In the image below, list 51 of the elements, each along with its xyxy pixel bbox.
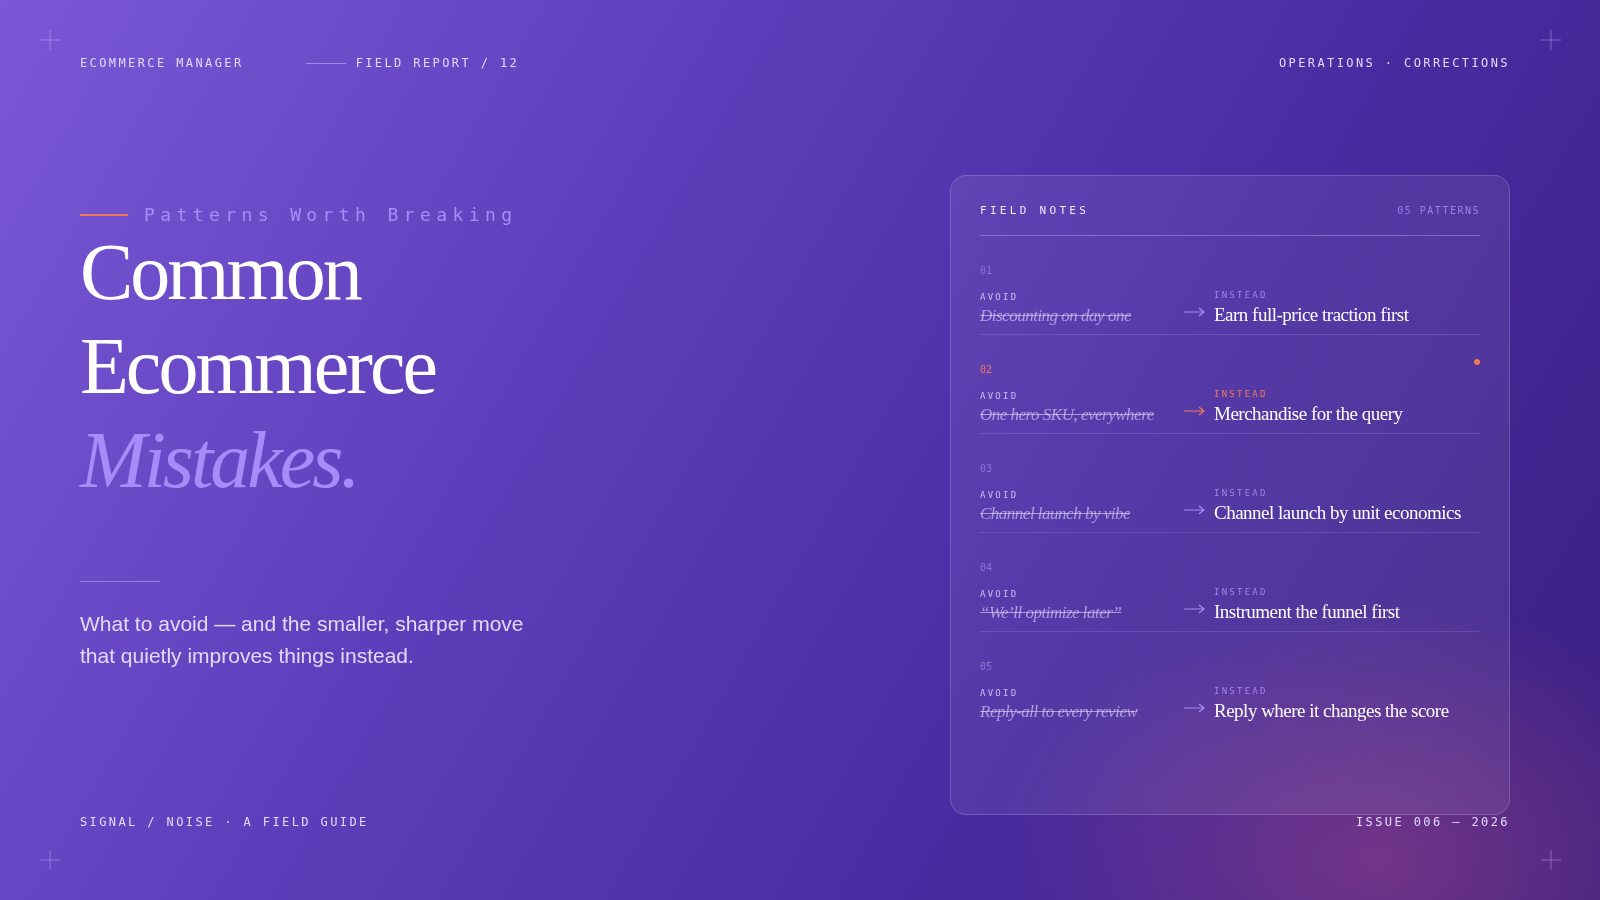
- avoid-label: AVOID: [980, 391, 1020, 401]
- row-number: 05: [980, 661, 993, 672]
- arrow-icon: [1184, 703, 1206, 713]
- instead-label: INSTEAD: [1214, 587, 1269, 597]
- section-label: OPERATIONS · CORRECTIONS: [1279, 56, 1510, 70]
- crosshair-icon: [1541, 850, 1561, 870]
- instead-label: INSTEAD: [1214, 389, 1269, 399]
- instead-label: INSTEAD: [1214, 488, 1269, 498]
- headline-accent: Mistakes.: [80, 415, 359, 506]
- footer-label: SIGNAL / NOISE · A FIELD GUIDE: [80, 815, 369, 829]
- arrow-icon: [1184, 604, 1206, 614]
- eyebrow-text: Patterns Worth Breaking: [144, 204, 518, 225]
- arrow-icon: [1184, 406, 1206, 416]
- arrow-icon: [1184, 307, 1206, 317]
- avoid-text: “We’ll optimize later”: [980, 603, 1123, 623]
- headline: Ecommerce: [80, 321, 437, 412]
- crosshair-icon: [40, 850, 60, 870]
- row-number: 04: [980, 562, 993, 573]
- avoid-label: AVOID: [980, 292, 1020, 302]
- instead-text: Reply where it changes the score: [1214, 700, 1450, 722]
- headline: Common: [80, 227, 362, 318]
- report-label: FIELD REPORT / 12: [355, 56, 520, 70]
- crosshair-icon: [40, 30, 60, 50]
- accent-rule: [80, 213, 128, 216]
- instead-text: Instrument the funnel first: [1214, 601, 1401, 623]
- pattern-count: 05 PATTERNS: [1397, 205, 1480, 216]
- crosshair-icon: [1541, 30, 1561, 50]
- row-number: 03: [980, 463, 993, 474]
- avoid-text: Discounting on day one: [980, 306, 1132, 326]
- row-number: 02: [980, 364, 993, 375]
- instead-label: INSTEAD: [1214, 686, 1269, 696]
- avoid-text: Channel launch by vibe: [980, 504, 1131, 524]
- note-row[interactable]: 03 AVOID Channel launch by vibe INSTEAD Channel launch by unit economics: [980, 434, 1480, 533]
- card-title: FIELD NOTES: [980, 204, 1090, 217]
- avoid-label: AVOID: [980, 589, 1020, 599]
- avoid-text: One hero SKU, everywhere: [980, 405, 1155, 425]
- active-dot: [1474, 359, 1480, 365]
- instead-text: Earn full-price traction first: [1214, 304, 1410, 326]
- note-row[interactable]: 02 AVOID One hero SKU, everywhere INSTEAD Merchandise for the query: [980, 335, 1480, 434]
- avoid-text: Reply-all to every review: [980, 702, 1139, 722]
- instead-label: INSTEAD: [1214, 290, 1269, 300]
- issue-label: ISSUE 006 — 2026: [1356, 815, 1510, 829]
- avoid-label: AVOID: [980, 490, 1020, 500]
- note-row[interactable]: 05 AVOID Reply-all to every review INSTEAD Reply where it changes the score: [980, 632, 1480, 730]
- lede-text: What to avoid — and the smaller, sharper move that quietly improves things instead.: [80, 611, 525, 669]
- instead-text: Channel launch by unit economics: [1214, 502, 1462, 524]
- brand-label: ECOMMERCE MANAGER: [80, 56, 244, 70]
- instead-text: Merchandise for the query: [1214, 403, 1404, 425]
- avoid-label: AVOID: [980, 688, 1020, 698]
- note-row[interactable]: 04 AVOID “We’ll optimize later” INSTEAD Instrument the funnel first: [980, 533, 1480, 632]
- arrow-icon: [1184, 505, 1206, 515]
